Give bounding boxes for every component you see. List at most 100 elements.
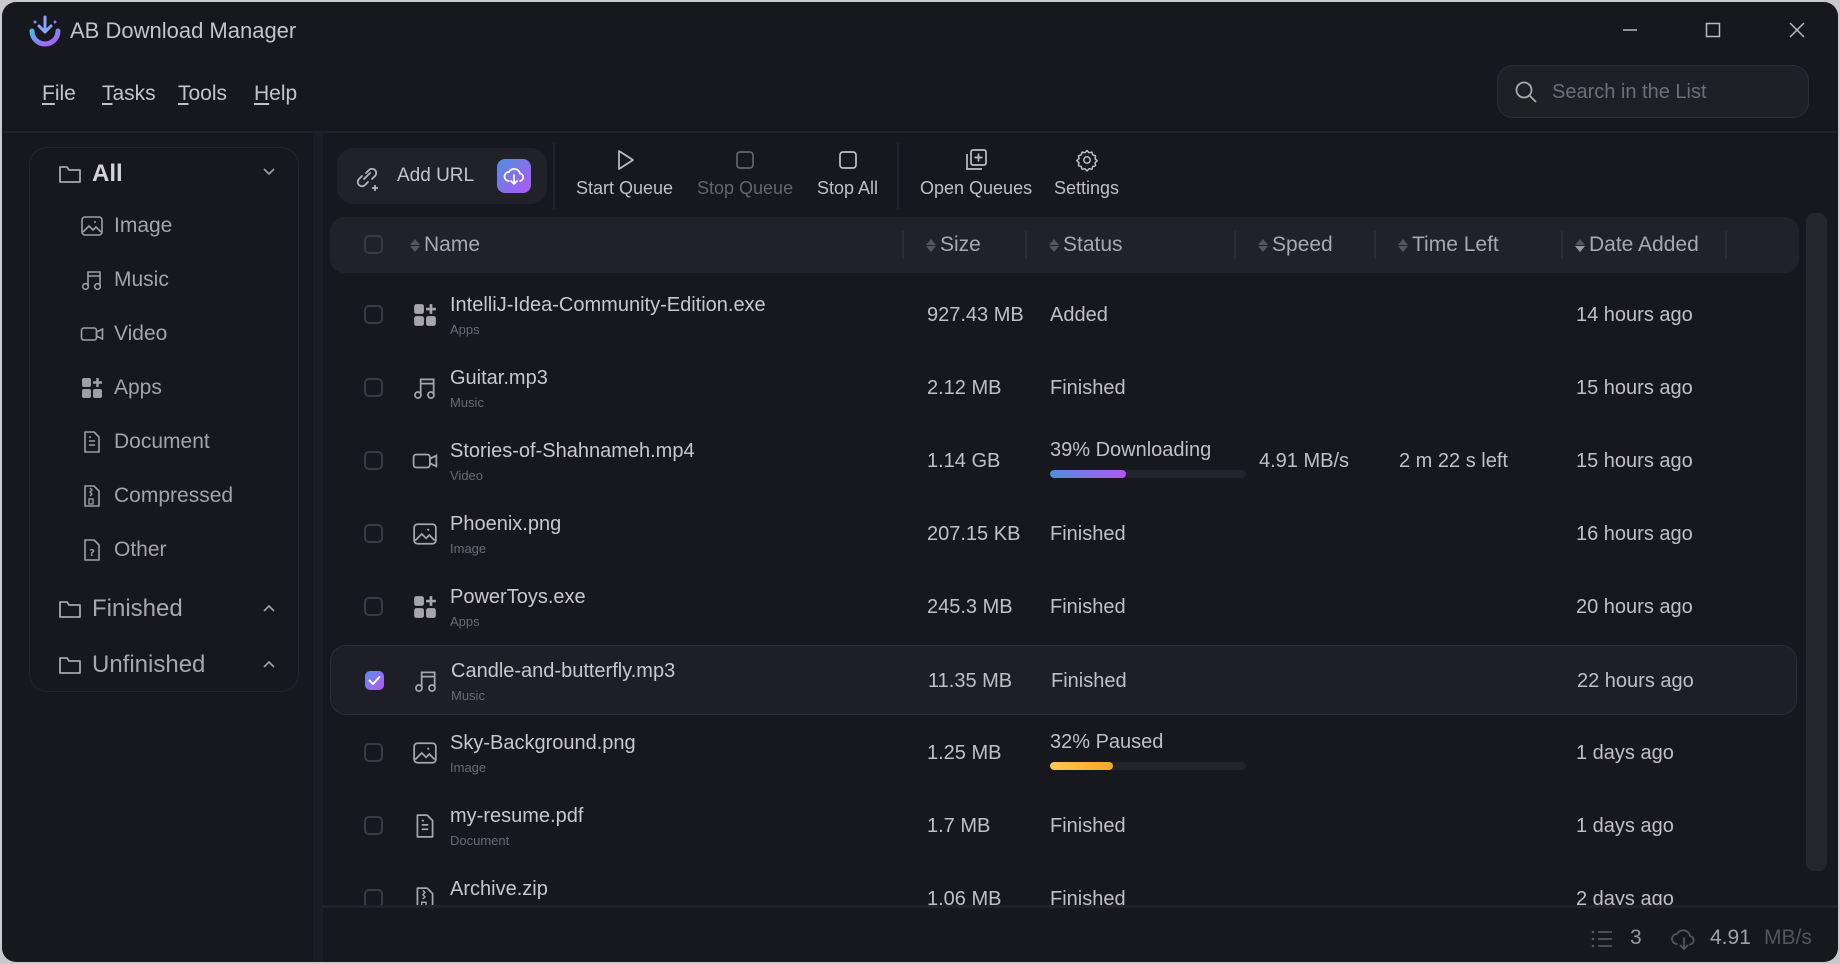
- sidebar-item-apps[interactable]: Apps: [80, 376, 162, 400]
- table-row[interactable]: Candle-and-butterfly.mp3 Music 11.35 MB Fin…: [330, 645, 1797, 715]
- row-checkbox[interactable]: [364, 524, 383, 543]
- file-size: 2.12 MB: [927, 377, 1002, 399]
- apps-icon: [414, 304, 436, 326]
- play-icon: [617, 150, 634, 170]
- checkmark-icon: [368, 676, 381, 685]
- row-checkbox[interactable]: [364, 597, 383, 616]
- column-header-size[interactable]: Size: [926, 233, 981, 257]
- sidebar-item-label: Finished: [92, 595, 183, 622]
- row-checkbox[interactable]: [364, 305, 383, 324]
- column-divider[interactable]: [1725, 231, 1727, 259]
- start-queue-button[interactable]: Start Queue: [576, 148, 673, 199]
- menu-tasks[interactable]: Tasks: [102, 82, 156, 106]
- search-input[interactable]: [1550, 66, 1794, 118]
- table-row[interactable]: Guitar.mp3 Music 2.12 MB Finished 15 hours a…: [330, 353, 1797, 423]
- minimize-button[interactable]: [1607, 12, 1653, 48]
- table-row[interactable]: Sky-Background.png Image 1.25 MB 32% Paused…: [330, 718, 1797, 788]
- settings-button[interactable]: Settings: [1054, 148, 1119, 199]
- menu-mnemonic: T: [178, 82, 189, 105]
- sidebar-item-video[interactable]: Video: [80, 322, 167, 346]
- file-category: Music: [451, 688, 485, 703]
- sidebar-item-unfinished[interactable]: Unfinished: [58, 651, 205, 679]
- column-label: Name: [424, 233, 481, 256]
- file-category: Document: [450, 833, 510, 848]
- status-text: 32% Paused: [1050, 731, 1164, 753]
- column-header-name[interactable]: Name: [410, 233, 480, 257]
- table-row[interactable]: PowerToys.exe Apps 245.3 MB Finished 20 hour…: [330, 572, 1797, 642]
- stop-all-button[interactable]: Stop All: [817, 148, 878, 199]
- file-name: Stories-of-Shahnameh.mp4: [450, 440, 695, 462]
- chevron-up-icon[interactable]: [262, 600, 276, 618]
- sidebar-item-all[interactable]: All: [58, 160, 123, 188]
- sidebar-item-image[interactable]: Image: [80, 214, 172, 238]
- total-speed-unit: MB/s: [1764, 926, 1812, 949]
- menu-tools[interactable]: Tools: [178, 82, 227, 106]
- file-category: Music: [450, 395, 484, 410]
- column-divider[interactable]: [1561, 231, 1563, 259]
- sidebar-item-compressed[interactable]: Compressed: [80, 484, 233, 508]
- column-header-status[interactable]: Status: [1049, 233, 1123, 257]
- row-checkbox[interactable]: [364, 378, 383, 397]
- toolbar-separator: [897, 143, 899, 209]
- column-header-speed[interactable]: Speed: [1258, 233, 1333, 257]
- file-category: Apps: [450, 322, 480, 337]
- sort-icon: [410, 238, 420, 252]
- sidebar-item-music[interactable]: Music: [80, 268, 169, 292]
- header-divider: [2, 131, 1838, 133]
- column-divider[interactable]: [1234, 231, 1236, 259]
- start-queue-label: Start Queue: [576, 178, 674, 198]
- folder-icon: [59, 601, 81, 618]
- stop-queue-button[interactable]: Stop Queue: [697, 148, 793, 199]
- column-header-time-left[interactable]: Time Left: [1398, 233, 1499, 257]
- add-url-button[interactable]: Add URL: [337, 148, 547, 204]
- chevron-up-icon[interactable]: [262, 656, 276, 674]
- chevron-down-icon[interactable]: [262, 164, 276, 182]
- table-row[interactable]: Stories-of-Shahnameh.mp4 Video 1.14 GB 39% …: [330, 426, 1797, 496]
- table-row[interactable]: my-resume.pdf Document 1.7 MB Finished 1 day…: [330, 791, 1797, 861]
- select-all-checkbox[interactable]: [364, 235, 383, 254]
- maximize-button[interactable]: [1690, 12, 1736, 48]
- open-queues-button[interactable]: Open Queues: [920, 148, 1032, 199]
- date-added: 20 hours ago: [1576, 596, 1693, 618]
- date-added: 2 days ago: [1576, 888, 1674, 905]
- file-size: 927.43 MB: [927, 304, 1024, 326]
- download-speed: 4.91 MB/s: [1259, 450, 1350, 472]
- table-row[interactable]: Phoenix.png Image 207.15 KB Finished 16 hour…: [330, 499, 1797, 569]
- menu-file[interactable]: File: [42, 82, 76, 106]
- sort-icon: [1049, 238, 1059, 252]
- minimize-icon: [1623, 29, 1637, 31]
- row-checkbox[interactable]: [364, 816, 383, 835]
- row-checkbox[interactable]: [365, 671, 384, 690]
- row-checkbox[interactable]: [364, 743, 383, 762]
- search-icon: [1515, 81, 1537, 103]
- column-header-date-added[interactable]: Date Added: [1575, 233, 1699, 257]
- search-box: [1497, 65, 1809, 118]
- file-category: Video: [450, 468, 484, 483]
- date-added: 15 hours ago: [1576, 377, 1693, 399]
- other-file-icon: ?: [84, 539, 100, 561]
- table-row[interactable]: IntelliJ-Idea-Community-Edition.exe Apps 9…: [330, 280, 1797, 350]
- row-checkbox[interactable]: [364, 889, 383, 905]
- sort-icon: [1258, 238, 1268, 252]
- menu-help[interactable]: Help: [254, 82, 297, 106]
- sidebar-resize-handle[interactable]: [313, 133, 323, 962]
- scrollbar[interactable]: [1806, 213, 1827, 871]
- menu-label: asks: [112, 82, 156, 105]
- column-label: Date Added: [1589, 233, 1699, 256]
- menu-mnemonic: T: [102, 82, 113, 105]
- table-row[interactable]: Archive.zipCompressed1.06 MBFinished2 da…: [330, 864, 1797, 905]
- sidebar-item-other[interactable]: ? Other: [80, 538, 167, 562]
- column-divider[interactable]: [1025, 231, 1027, 259]
- column-label: Size: [940, 233, 981, 256]
- quick-download-button[interactable]: [497, 159, 531, 193]
- folder-icon: [59, 657, 81, 674]
- sidebar-item-finished[interactable]: Finished: [58, 595, 183, 623]
- sidebar-item-document[interactable]: Document: [80, 430, 210, 454]
- close-button[interactable]: [1774, 12, 1820, 48]
- column-divider[interactable]: [902, 231, 904, 259]
- row-checkbox[interactable]: [364, 451, 383, 470]
- settings-label: Settings: [1054, 178, 1120, 198]
- file-size: 1.7 MB: [927, 815, 991, 837]
- status-text: Added: [1050, 304, 1108, 326]
- column-divider[interactable]: [1374, 231, 1376, 259]
